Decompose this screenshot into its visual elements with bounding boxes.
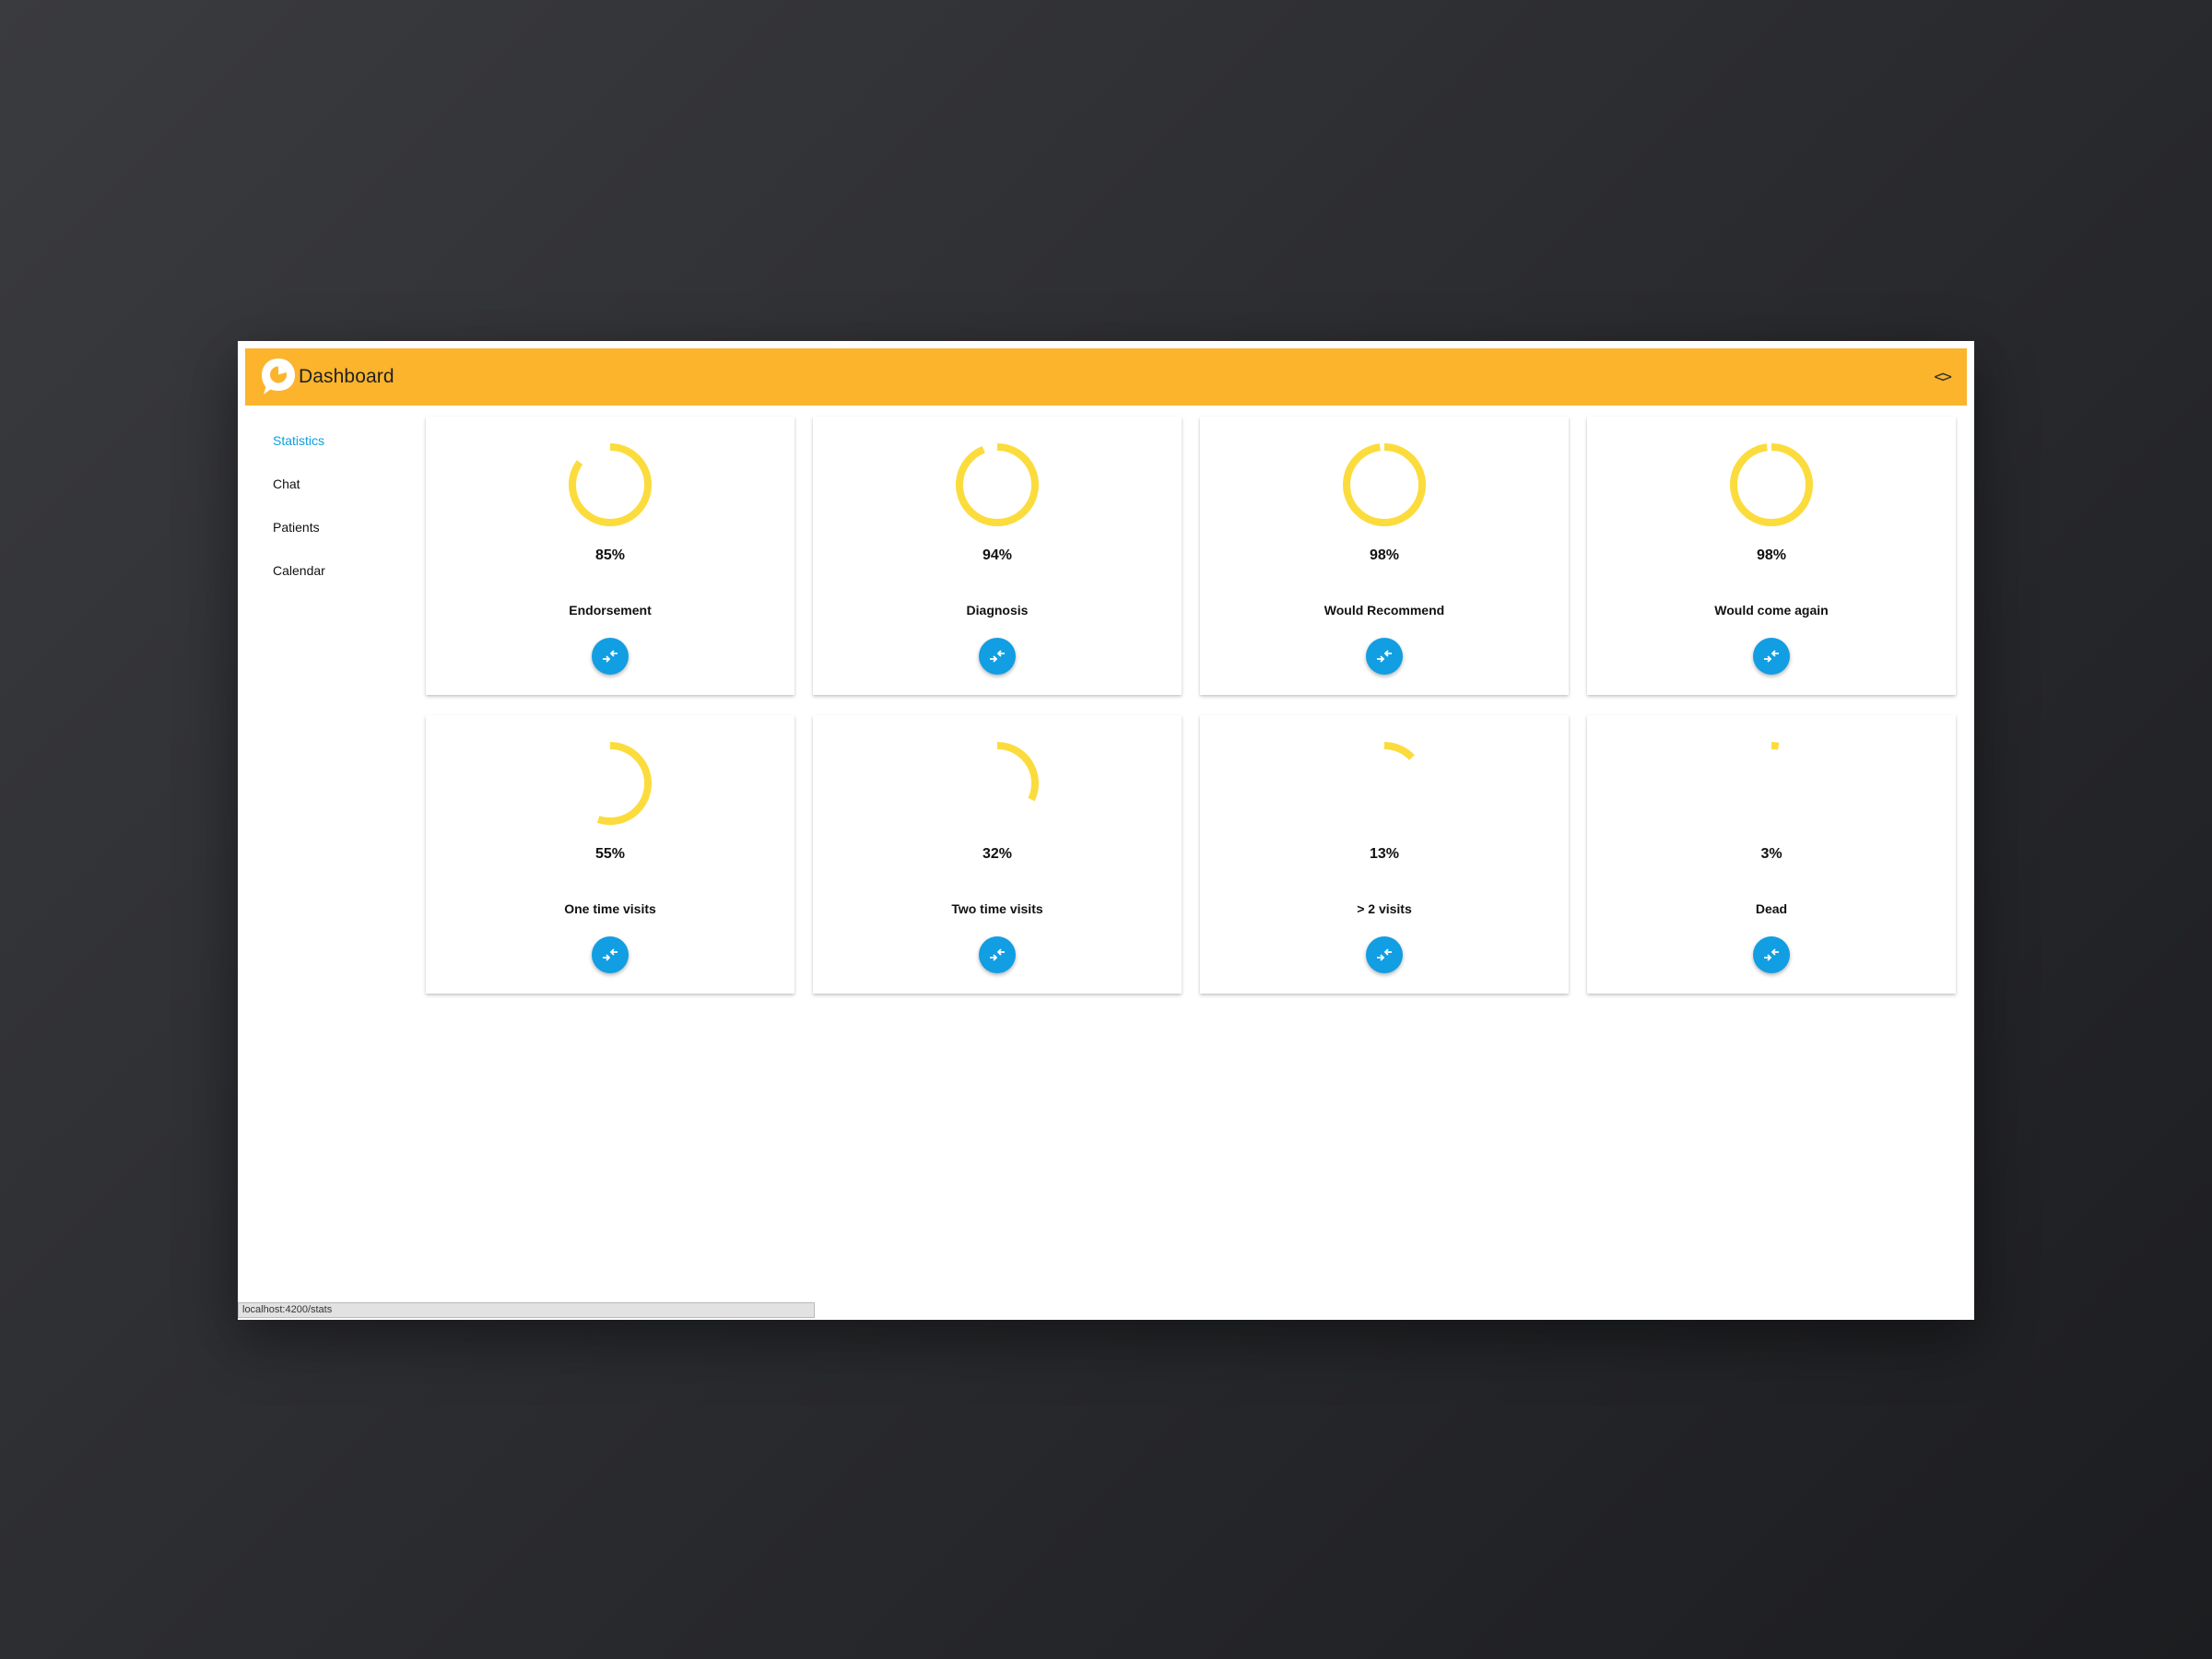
swap-button[interactable] <box>979 638 1016 675</box>
progress-ring <box>1730 742 1813 825</box>
progress-ring-arc <box>1730 443 1813 526</box>
swap-button[interactable] <box>592 638 629 675</box>
sidebar-item-calendar[interactable]: Calendar <box>273 561 402 605</box>
sidebar-item-patients[interactable]: Patients <box>273 518 402 561</box>
stat-card: 32% Two time visits <box>813 715 1182 994</box>
swap-button[interactable] <box>1753 638 1790 675</box>
swap-button[interactable] <box>1366 638 1403 675</box>
stat-card: 55% One time visits <box>426 715 794 994</box>
stat-percent: 98% <box>1369 547 1400 563</box>
stat-label: Diagnosis <box>966 603 1029 618</box>
stat-card: 85% Endorsement <box>426 417 794 695</box>
swap-button[interactable] <box>979 936 1016 973</box>
stat-label: One time visits <box>564 901 656 916</box>
progress-ring <box>569 742 652 825</box>
progress-ring <box>956 443 1039 526</box>
stat-percent: 55% <box>594 846 626 862</box>
swap-button[interactable] <box>592 936 629 973</box>
stat-label: Would come again <box>1714 603 1829 618</box>
stat-percent: 94% <box>982 547 1013 563</box>
stat-percent: 13% <box>1369 846 1400 862</box>
progress-ring-arc <box>956 742 1039 825</box>
chat-pie-logo-icon <box>260 357 297 397</box>
progress-ring-arc <box>569 742 652 825</box>
browser-window: Dashboard <> Statistics Chat Patients Ca… <box>238 341 1974 1320</box>
sidebar-item-statistics[interactable]: Statistics <box>273 431 402 475</box>
code-brackets-icon[interactable]: <> <box>1934 368 1952 387</box>
swap-button[interactable] <box>1753 936 1790 973</box>
progress-ring-arc <box>1343 742 1426 825</box>
sidebar-nav: Statistics Chat Patients Calendar <box>273 431 402 605</box>
swap-arrows-icon <box>603 650 618 663</box>
top-toolbar: Dashboard <> <box>245 348 1967 406</box>
progress-ring-arc <box>1343 443 1426 526</box>
stat-card: 94% Diagnosis <box>813 417 1182 695</box>
swap-arrows-icon <box>603 948 618 961</box>
status-bar-url: localhost:4200/stats <box>238 1302 815 1318</box>
swap-arrows-icon <box>1377 948 1392 961</box>
stat-label: Would Recommend <box>1324 603 1445 618</box>
swap-arrows-icon <box>990 948 1005 961</box>
progress-ring-arc <box>956 443 1039 526</box>
stat-percent: 85% <box>594 547 626 563</box>
swap-arrows-icon <box>1764 948 1779 961</box>
swap-arrows-icon <box>990 650 1005 663</box>
stat-label: > 2 visits <box>1357 901 1412 916</box>
progress-ring-arc <box>1730 742 1813 825</box>
stat-card: 98% Would come again <box>1587 417 1956 695</box>
progress-ring <box>1343 742 1426 825</box>
stat-card: 3% Dead <box>1587 715 1956 994</box>
stat-card: 13% > 2 visits <box>1200 715 1569 994</box>
progress-ring <box>1730 443 1813 526</box>
stats-grid: 85% Endorsement 94% Diagnosis 98% Would … <box>426 417 1956 994</box>
stat-label: Dead <box>1755 901 1788 916</box>
stat-percent: 32% <box>982 846 1013 862</box>
swap-arrows-icon <box>1377 650 1392 663</box>
stat-percent: 3% <box>1760 846 1783 862</box>
swap-arrows-icon <box>1764 650 1779 663</box>
progress-ring-arc <box>569 443 652 526</box>
progress-ring <box>956 742 1039 825</box>
stat-percent: 98% <box>1756 547 1787 563</box>
stat-label: Two time visits <box>951 901 1043 916</box>
stat-label: Endorsement <box>569 603 652 618</box>
stat-card: 98% Would Recommend <box>1200 417 1569 695</box>
swap-button[interactable] <box>1366 936 1403 973</box>
progress-ring <box>1343 443 1426 526</box>
app-title: Dashboard <box>299 366 394 387</box>
progress-ring <box>569 443 652 526</box>
sidebar-item-chat[interactable]: Chat <box>273 475 402 518</box>
